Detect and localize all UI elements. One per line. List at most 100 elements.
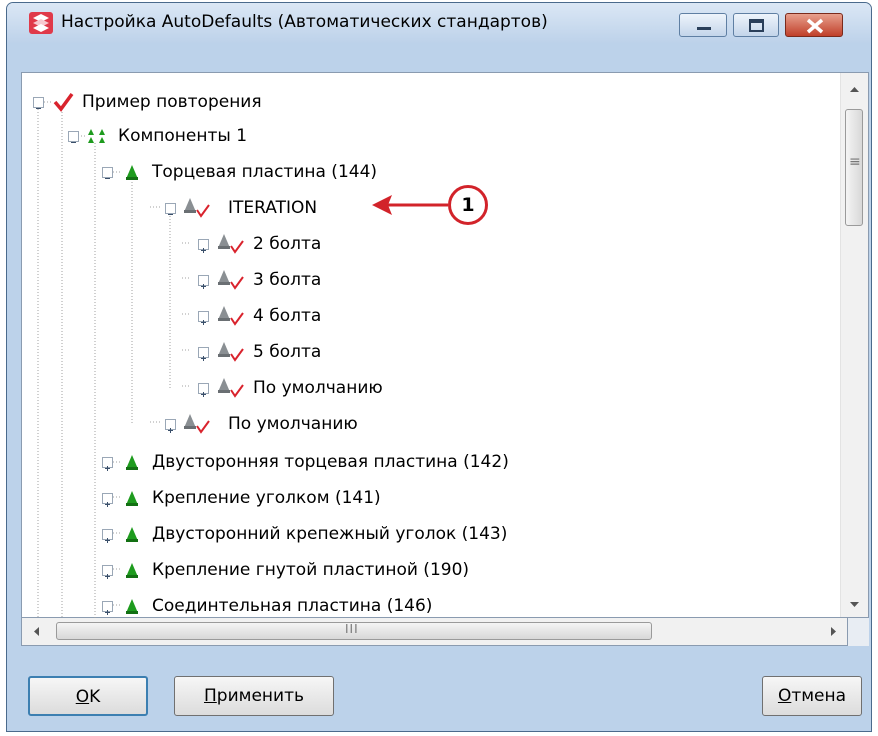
window-title: Настройка AutoDefaults (Автоматических с…: [61, 12, 548, 32]
tree-item-root[interactable]: Пример повторения: [22, 87, 822, 117]
minus-icon: [71, 142, 76, 143]
minus-icon: [105, 178, 110, 179]
tree-item-label: По умолчанию: [253, 378, 383, 398]
tree-item-label: Торцевая пластина (144): [152, 162, 378, 182]
apply-accel: П: [203, 686, 217, 706]
tree-item-label: Двусторонний крепежный уголок (143): [152, 524, 508, 544]
expand-toggle[interactable]: [102, 493, 113, 507]
green-component-icon: [126, 599, 138, 614]
expand-toggle[interactable]: [102, 565, 113, 579]
plus-icon: [105, 466, 110, 471]
tree-item-bent-plate[interactable]: Крепление гнутой пластиной (190): [22, 555, 822, 585]
scroll-left-arrow-icon[interactable]: [32, 626, 40, 637]
tree-item-double-angle[interactable]: Двусторонний крепежный уголок (143): [22, 519, 822, 549]
tree-item-end-plate[interactable]: Торцевая пластина (144): [22, 157, 822, 187]
scrollbar-corner: [848, 618, 869, 646]
tree-item-connecting-plate[interactable]: Соединтельная пластина (146): [22, 591, 822, 621]
cancel-accel: О: [777, 686, 792, 706]
tree-item-components[interactable]: Компоненты 1: [22, 121, 822, 151]
minus-icon: [168, 214, 173, 215]
plus-icon: [201, 248, 206, 253]
collapse-toggle[interactable]: [33, 97, 44, 109]
vertical-scroll-thumb[interactable]: ≡: [845, 109, 863, 226]
gray-component-check-icon: [218, 234, 244, 254]
minimize-button[interactable]: [679, 13, 727, 37]
close-button[interactable]: [785, 13, 843, 37]
green-component-icon: [126, 491, 138, 506]
cancel-button[interactable]: Отмена: [762, 676, 862, 716]
tree-item-default-outer[interactable]: По умолчанию: [22, 409, 822, 439]
tree-item-default-inner[interactable]: По умолчанию: [22, 373, 822, 403]
green-component-icon: [126, 165, 138, 180]
plus-icon: [105, 538, 110, 543]
expand-toggle[interactable]: [198, 239, 209, 253]
tree-item-5-bolts[interactable]: 5 болта: [22, 337, 822, 367]
apply-button[interactable]: Применить: [174, 676, 334, 716]
collapse-toggle[interactable]: [68, 131, 79, 143]
horizontal-scroll-thumb[interactable]: III: [56, 622, 652, 640]
plus-icon: [201, 356, 206, 361]
tree-item-label: Пример повторения: [82, 92, 262, 112]
tree-item-label: По умолчанию: [228, 414, 358, 434]
scroll-down-arrow-icon[interactable]: [849, 601, 860, 609]
green-component-icon: [126, 455, 138, 470]
plus-icon: [201, 284, 206, 289]
grip-icon: III: [345, 622, 359, 636]
tekla-app-icon: [29, 12, 53, 34]
plus-icon: [168, 428, 173, 433]
maximize-button[interactable]: [733, 13, 779, 37]
tree-item-label: Крепление гнутой пластиной (190): [152, 560, 470, 580]
plus-icon: [105, 574, 110, 579]
expand-toggle[interactable]: [198, 347, 209, 361]
tree-item-label: Компоненты 1: [118, 126, 248, 146]
tree-item-label: 5 болта: [253, 342, 322, 362]
ok-label: K: [89, 687, 101, 707]
tree-item-label: 3 болта: [253, 270, 322, 290]
tree-item-2-bolts[interactable]: 2 болта: [22, 229, 822, 259]
ok-accel: O: [75, 687, 90, 707]
horizontal-scrollbar[interactable]: III: [21, 618, 848, 646]
tree-item-double-end-plate[interactable]: Двусторонняя торцевая пластина (142): [22, 447, 822, 477]
cancel-label: тмена: [791, 686, 847, 706]
green-component-icon: [126, 563, 138, 578]
callout-number-badge: 1: [448, 185, 488, 225]
tree-item-angle-cleat[interactable]: Крепление уголком (141): [22, 483, 822, 513]
tree-item-4-bolts[interactable]: 4 болта: [22, 301, 822, 331]
collapse-toggle[interactable]: [165, 203, 176, 215]
tree-item-label: Соединтельная пластина (146): [152, 596, 433, 616]
gray-component-check-icon: [184, 414, 210, 434]
gray-component-check-icon: [218, 378, 244, 398]
tree-item-label: 4 болта: [253, 306, 322, 326]
expand-toggle[interactable]: [198, 383, 209, 397]
red-check-icon: [53, 92, 74, 112]
components-group-icon: [88, 129, 105, 143]
plus-icon: [201, 320, 206, 325]
scroll-up-arrow-icon[interactable]: [849, 85, 860, 93]
ok-button[interactable]: OK: [28, 676, 148, 716]
collapse-toggle[interactable]: [102, 167, 113, 179]
expand-toggle[interactable]: [165, 419, 176, 433]
expand-toggle[interactable]: [102, 457, 113, 471]
minus-icon: [36, 108, 41, 109]
plus-icon: [105, 610, 110, 615]
expand-toggle[interactable]: [198, 311, 209, 325]
expand-toggle[interactable]: [102, 601, 113, 615]
gray-component-check-icon: [184, 198, 210, 218]
tree-item-label: ITERATION: [228, 198, 318, 218]
gray-component-check-icon: [218, 270, 244, 290]
tree-item-label: Двусторонняя торцевая пластина (142): [152, 452, 509, 472]
scroll-right-arrow-icon[interactable]: [830, 626, 838, 637]
tree-item-label: Крепление уголком (141): [152, 488, 381, 508]
plus-icon: [105, 502, 110, 507]
tree-item-3-bolts[interactable]: 3 болта: [22, 265, 822, 295]
callout-arrow: [372, 195, 448, 215]
title-bar[interactable]: Настройка AutoDefaults (Автоматических с…: [7, 3, 871, 43]
close-icon: [806, 18, 824, 34]
tree-item-label: 2 болта: [253, 234, 322, 254]
vertical-scrollbar[interactable]: ≡: [840, 73, 868, 617]
expand-toggle[interactable]: [102, 529, 113, 543]
defaults-tree[interactable]: Пример повторения Компоненты 1 Торцевая …: [21, 72, 869, 621]
expand-toggle[interactable]: [198, 275, 209, 289]
gray-component-check-icon: [218, 306, 244, 326]
gray-component-check-icon: [218, 342, 244, 362]
